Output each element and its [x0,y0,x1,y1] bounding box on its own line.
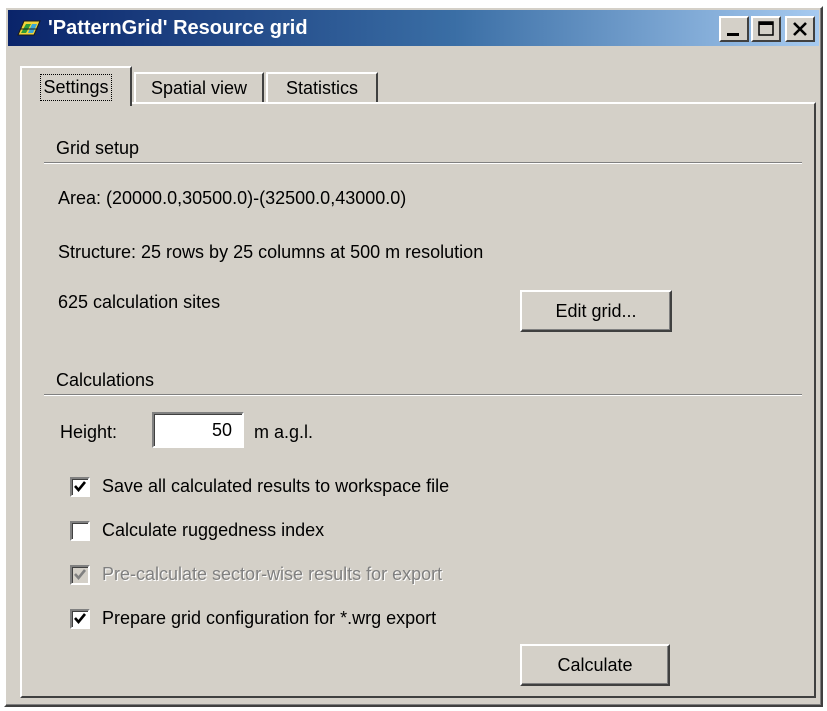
precalculate-sector-checkbox [70,564,90,585]
ruggedness-checkbox[interactable] [70,520,90,541]
window-controls [719,16,815,42]
precalculate-sector-option: Pre-calculate sector-wise results for ex… [70,564,442,585]
tab-label: Settings [40,73,112,101]
sites-count-text: 625 calculation sites [58,292,221,312]
tab-settings[interactable]: Settings [20,66,132,106]
calculations-heading: Calculations [56,370,155,390]
height-unit-label: m a.g.l. [254,422,314,442]
window-title: 'PatternGrid' Resource grid [48,16,308,39]
ruggedness-option[interactable]: Calculate ruggedness index [70,520,324,541]
maximize-icon [758,21,774,36]
calculate-button[interactable]: Calculate [520,644,670,686]
title-bar[interactable]: 'PatternGrid' Resource grid [8,10,819,46]
calculations-divider [44,394,802,396]
save-results-option[interactable]: Save all calculated results to workspace… [70,476,449,497]
minimize-button[interactable] [719,16,749,42]
wrg-export-checkbox[interactable] [70,608,90,629]
tab-statistics[interactable]: Statistics [266,72,378,102]
height-input[interactable]: 50 [152,412,244,448]
close-icon [793,22,807,36]
structure-text: Structure: 25 rows by 25 columns at 500 … [58,242,484,262]
checkmark-icon [74,612,87,624]
tab-label: Statistics [285,77,359,98]
minimize-icon [727,33,739,36]
save-results-checkbox[interactable] [70,476,90,497]
checkmark-icon [74,568,87,580]
edit-grid-button[interactable]: Edit grid... [520,290,672,332]
grid-setup-divider [44,162,802,164]
ruggedness-label: Calculate ruggedness index [102,520,325,540]
height-label: Height: [60,422,118,442]
tab-spatial-view[interactable]: Spatial view [134,72,264,102]
tab-label: Spatial view [150,77,248,98]
pattern-grid-app-icon [17,20,41,36]
wrg-export-label: Prepare grid configuration for *.wrg exp… [102,608,437,628]
save-results-label: Save all calculated results to workspace… [102,476,450,496]
resource-grid-window: 'PatternGrid' Resource grid Settings Spa… [4,6,823,707]
checkmark-icon [74,480,87,492]
grid-setup-heading: Grid setup [56,138,140,158]
settings-panel: Grid setup Area: (20000.0,30500.0)-(3250… [20,102,816,698]
area-text: Area: (20000.0,30500.0)-(32500.0,43000.0… [58,188,407,208]
maximize-button[interactable] [751,16,781,42]
precalculate-sector-label: Pre-calculate sector-wise results for ex… [102,564,443,584]
close-button[interactable] [785,16,815,42]
wrg-export-option[interactable]: Prepare grid configuration for *.wrg exp… [70,608,436,629]
